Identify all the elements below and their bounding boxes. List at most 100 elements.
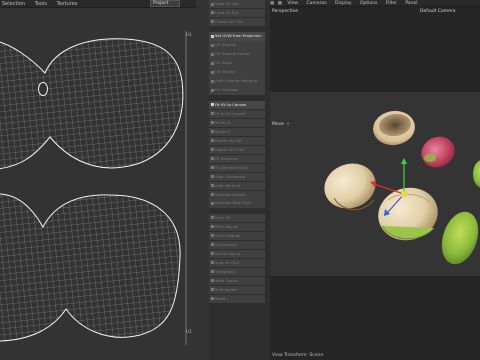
command-item[interactable]: Pack Islands xyxy=(209,222,265,232)
menu-cameras[interactable]: Cameras xyxy=(307,1,327,6)
command-item[interactable]: Align Horizontal xyxy=(209,172,265,181)
command-label: Stack Islands xyxy=(215,232,240,238)
command-item[interactable]: Align Vertical xyxy=(209,181,265,190)
menu-view[interactable]: View xyxy=(287,1,298,6)
command-item[interactable]: Load UV Set xyxy=(209,8,265,18)
command-item[interactable]: Split Seams xyxy=(209,285,265,295)
command-item[interactable]: UV Unwrap Seams xyxy=(209,50,265,59)
menu-panel[interactable]: Panel xyxy=(405,1,417,6)
command-item[interactable]: Auto Unwrap Mapping xyxy=(209,77,265,86)
command-icon xyxy=(210,103,214,107)
command-item[interactable]: Straighten xyxy=(209,267,265,277)
command-item[interactable]: Fix Overlaps xyxy=(209,86,265,95)
command-item[interactable]: Fit Selection xyxy=(209,154,265,163)
command-icon xyxy=(210,70,214,74)
command-label: Fit UV to Canvas xyxy=(215,101,247,107)
uv-canvas[interactable] xyxy=(0,9,196,360)
command-item[interactable]: Set UVW from Projection xyxy=(209,32,265,41)
command-item[interactable]: UV Unwrap xyxy=(209,41,265,50)
viewport-canvas[interactable] xyxy=(270,16,480,356)
command-label: Pack Islands xyxy=(215,223,239,229)
menu-selection[interactable]: Selection xyxy=(2,1,25,7)
project-dropdown[interactable]: Project xyxy=(150,0,180,7)
command-item[interactable]: Equalize Texel Size xyxy=(209,199,265,208)
view-name: Perspective xyxy=(272,9,299,14)
pistachio-red-kernel[interactable] xyxy=(416,131,459,173)
gizmo-center-handle xyxy=(401,191,407,197)
command-label: Fit Selection xyxy=(215,155,239,161)
uv-editor-panel[interactable]: Selection Tools Textures Project U1 U1 xyxy=(0,0,196,360)
command-item[interactable]: Snap to Grid xyxy=(209,258,265,268)
command-icon xyxy=(210,43,214,47)
command-item[interactable]: Fit to UV Layout xyxy=(209,109,265,119)
command-icon xyxy=(210,34,214,38)
pistachio-green-kernel[interactable] xyxy=(435,207,480,269)
command-label: Rotate 90 CCW xyxy=(215,146,244,152)
command-item[interactable]: Rotate 90 CCW xyxy=(209,145,265,154)
command-icon xyxy=(210,148,214,152)
menu-filter[interactable]: Filter xyxy=(386,1,397,6)
command-icon xyxy=(210,139,214,143)
command-item[interactable]: Save UV Set xyxy=(209,0,265,9)
command-item[interactable]: Reset xyxy=(209,294,265,304)
command-item[interactable]: Fit Selection Grid xyxy=(209,163,265,172)
command-icon xyxy=(210,288,214,292)
camera-name[interactable]: Default Camera xyxy=(420,8,456,15)
move-tool-name: Move xyxy=(272,122,285,127)
command-item[interactable]: UV Relax xyxy=(209,59,265,68)
command-item[interactable]: Rotate 90 CW xyxy=(209,136,265,145)
command-label: UV Unwrap xyxy=(215,42,237,48)
viewport-panel[interactable]: ■ ■ View Cameras Display Options Filter … xyxy=(270,0,480,360)
command-icon xyxy=(210,243,214,247)
command-item[interactable]: Mirror V xyxy=(209,127,265,136)
command-label: Weld Seams xyxy=(215,277,239,283)
viewport-icon-1[interactable]: ■ xyxy=(270,1,274,6)
command-icon xyxy=(210,297,214,301)
command-label: Straighten xyxy=(215,268,235,274)
command-label: Flatten UV Tile xyxy=(215,18,243,24)
menu-options[interactable]: Options xyxy=(360,1,377,6)
command-icon xyxy=(210,2,214,6)
command-label: Align Vertical xyxy=(215,182,240,188)
command-item[interactable]: Fit UV to Canvas xyxy=(209,100,265,110)
command-label: Pack UV xyxy=(215,214,231,220)
uv-commands-panel: Save UV Set Load UV Set Flatten UV Tile Set… xyxy=(196,0,270,360)
command-label: Reset xyxy=(215,295,226,301)
command-item[interactable]: Grid Layout xyxy=(209,240,265,250)
pistachio-green-kernel-edge[interactable] xyxy=(473,160,480,188)
menu-display[interactable]: Display xyxy=(335,1,352,6)
command-item[interactable]: Mirror U xyxy=(209,118,265,128)
command-icon xyxy=(210,157,214,161)
command-item[interactable]: Equalize Islands xyxy=(209,190,265,199)
pistachio-center-shell[interactable] xyxy=(372,181,443,247)
command-label: Snap to Grid xyxy=(215,259,239,265)
command-label: Island Layout xyxy=(215,250,241,256)
command-icon xyxy=(210,193,214,196)
command-item[interactable]: Flatten UV Tile xyxy=(209,17,265,27)
menu-tools[interactable]: Tools xyxy=(35,1,47,7)
move-tool-label: Move + xyxy=(272,122,290,127)
viewport-infobar: Perspective Default Camera xyxy=(270,8,480,15)
command-label: Fit to UV Layout xyxy=(215,110,246,116)
command-icon xyxy=(210,225,214,229)
command-item[interactable]: Stack Islands xyxy=(209,231,265,241)
command-item[interactable]: Pack UV xyxy=(209,213,265,223)
command-icon xyxy=(210,112,214,116)
pistachio-left-shell[interactable] xyxy=(318,156,382,215)
move-tool-hint: + xyxy=(286,122,290,127)
command-item[interactable]: Weld Seams xyxy=(209,276,265,286)
command-icon xyxy=(210,88,214,92)
command-icon xyxy=(210,216,214,220)
command-item[interactable]: UV Realign xyxy=(209,68,265,77)
command-icon xyxy=(210,79,214,83)
viewport-icon-2[interactable]: ■ xyxy=(278,1,282,6)
command-label: UV Unwrap Seams xyxy=(215,51,251,57)
command-icon xyxy=(210,261,214,265)
command-icon xyxy=(210,201,214,205)
menu-textures[interactable]: Textures xyxy=(57,1,78,7)
command-icon xyxy=(210,20,214,24)
pistachio-open-shell[interactable] xyxy=(371,108,417,148)
command-label: Mirror V xyxy=(215,128,230,134)
command-item[interactable]: Island Layout xyxy=(209,249,265,259)
command-label: Equalize Islands xyxy=(215,191,246,197)
